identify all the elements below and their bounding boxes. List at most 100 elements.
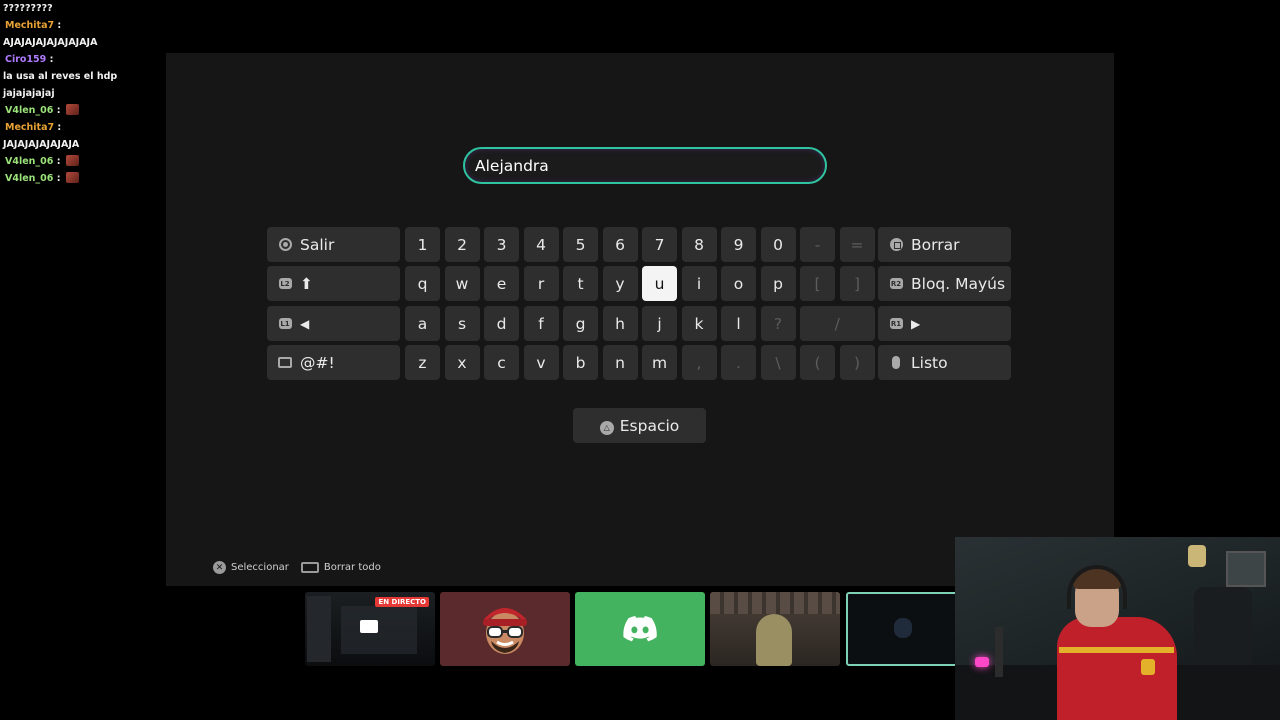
chat-message: ?????????: [3, 0, 163, 17]
key-6[interactable]: 6: [602, 227, 638, 262]
done-key[interactable]: Listo: [878, 345, 1011, 380]
chat-text: JAJAJAJAJAJAJA: [3, 139, 80, 150]
key-f[interactable]: f: [523, 306, 559, 341]
key-symbol[interactable]: ]: [839, 266, 875, 301]
key-symbol[interactable]: ): [839, 345, 875, 380]
camera-thumbnail[interactable]: [710, 592, 840, 666]
stream-thumbnail-panel: [307, 596, 331, 662]
symbols-key-label: @#!: [300, 353, 335, 372]
key-h[interactable]: h: [602, 306, 638, 341]
symbols-key[interactable]: @#!: [267, 345, 400, 380]
key-u[interactable]: u: [642, 266, 677, 301]
key-8[interactable]: 8: [681, 227, 717, 262]
stream-thumbnail[interactable]: EN DIRECTO: [305, 592, 435, 666]
caps-lock-key[interactable]: R2 Bloq. Mayús: [878, 266, 1011, 301]
exit-key[interactable]: Salir: [267, 227, 400, 262]
key-q[interactable]: q: [405, 266, 440, 301]
key-symbol[interactable]: ?: [760, 306, 796, 341]
headset-icon: [1067, 565, 1127, 609]
webcam-shirt: [1057, 617, 1177, 720]
webcam-mic: [995, 627, 1003, 677]
key-7[interactable]: 7: [642, 227, 677, 262]
cursor-right-key[interactable]: R1 ▶: [878, 306, 1011, 341]
cursor-left-key[interactable]: L1 ◀: [267, 306, 400, 341]
key-k[interactable]: k: [681, 306, 717, 341]
key-y[interactable]: y: [602, 266, 638, 301]
selected-dark-thumbnail[interactable]: [846, 592, 960, 666]
key-0[interactable]: 0: [760, 227, 796, 262]
touchpad-icon: [300, 562, 319, 573]
key-3[interactable]: 3: [484, 227, 519, 262]
chat-username[interactable]: V4len_06: [5, 156, 53, 167]
key-o[interactable]: o: [721, 266, 756, 301]
webcam-overlay: [955, 537, 1280, 720]
chat-username[interactable]: V4len_06: [5, 173, 53, 184]
key-symbol[interactable]: /: [800, 306, 875, 341]
space-key[interactable]: △ Espacio: [573, 408, 706, 443]
key-symbol[interactable]: [: [800, 266, 835, 301]
key-symbol[interactable]: (: [800, 345, 835, 380]
chat-message: V4len_06 :: [3, 102, 163, 119]
discord-logo-icon: [623, 616, 657, 642]
key-s[interactable]: s: [444, 306, 480, 341]
key-j[interactable]: j: [642, 306, 677, 341]
key-e[interactable]: e: [484, 266, 519, 301]
circle-button-icon: [278, 238, 292, 252]
key-n[interactable]: n: [602, 345, 638, 380]
emote-icon: [65, 172, 79, 183]
key-symbol[interactable]: -: [800, 227, 835, 262]
chat-username[interactable]: V4len_06: [5, 105, 53, 116]
key-symbol[interactable]: .: [721, 345, 756, 380]
key-w[interactable]: w: [444, 266, 480, 301]
input-value: Alejandra: [475, 156, 549, 175]
key-x[interactable]: x: [444, 345, 480, 380]
chat-username[interactable]: Mechita7: [5, 20, 54, 31]
hint-select-label: Seleccionar: [231, 562, 289, 573]
text-input-field[interactable]: Alejandra: [463, 147, 827, 184]
space-key-label: Espacio: [619, 416, 680, 435]
key-a[interactable]: a: [405, 306, 440, 341]
key-l[interactable]: l: [721, 306, 756, 341]
options-button-icon: [889, 356, 903, 370]
emote-icon: [65, 104, 79, 115]
key-2[interactable]: 2: [444, 227, 480, 262]
key-t[interactable]: t: [563, 266, 598, 301]
backspace-key[interactable]: Borrar: [878, 227, 1011, 262]
discord-thumbnail[interactable]: [575, 592, 705, 666]
key-symbol[interactable]: =: [839, 227, 875, 262]
key-5[interactable]: 5: [563, 227, 598, 262]
key-c[interactable]: c: [484, 345, 519, 380]
keyboard-panel: Alejandra Salir L2 ⬆ L1 ◀ @#! Borrar R2 …: [166, 53, 1114, 586]
key-i[interactable]: i: [681, 266, 717, 301]
key-symbol[interactable]: ,: [681, 345, 717, 380]
left-arrow-icon: ◀: [300, 316, 310, 331]
chat-overlay: ????????? Mechita7 : AJAJAJAJAJAJAJAJA Cir…: [3, 0, 163, 187]
key-b[interactable]: b: [563, 345, 598, 380]
thumbnail-figure: [894, 618, 912, 638]
key-v[interactable]: v: [523, 345, 559, 380]
key-m[interactable]: m: [642, 345, 677, 380]
exit-key-label: Salir: [300, 235, 335, 254]
chat-message: V4len_06 :: [3, 170, 163, 187]
key-z[interactable]: z: [405, 345, 440, 380]
chat-message: Ciro159 : la usa al reves el hdp jajajaj…: [3, 54, 118, 99]
thumbnail-shelf: [710, 592, 840, 614]
button-hints: ✕ Seleccionar Borrar todo: [213, 561, 381, 574]
mascot-thumbnail[interactable]: [440, 592, 570, 666]
chat-username[interactable]: Mechita7: [5, 122, 54, 133]
monitor-icon: [360, 620, 378, 633]
mascot-avatar-icon: [483, 608, 527, 654]
key-9[interactable]: 9: [721, 227, 756, 262]
key-p[interactable]: p: [760, 266, 796, 301]
thumbnail-person: [756, 614, 792, 666]
key-d[interactable]: d: [484, 306, 519, 341]
key-g[interactable]: g: [563, 306, 598, 341]
chat-text: ?????????: [3, 3, 53, 14]
key-symbol[interactable]: \: [760, 345, 796, 380]
shift-key[interactable]: L2 ⬆: [267, 266, 400, 301]
key-r[interactable]: r: [523, 266, 559, 301]
key-4[interactable]: 4: [523, 227, 559, 262]
hint-clear-all-label: Borrar todo: [323, 562, 381, 573]
chat-username[interactable]: Ciro159: [5, 54, 46, 65]
key-1[interactable]: 1: [405, 227, 440, 262]
